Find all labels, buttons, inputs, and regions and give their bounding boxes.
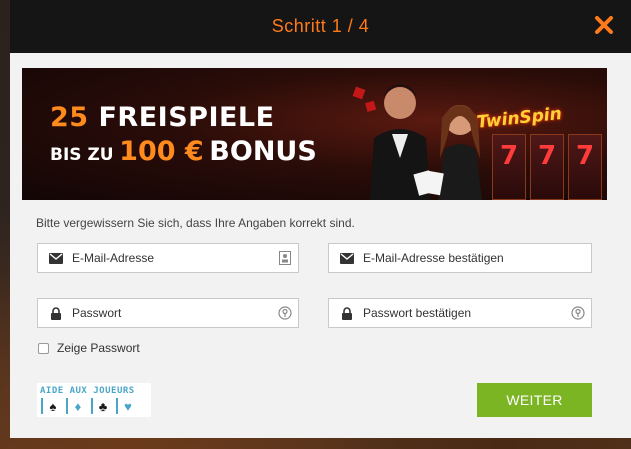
banner-subline: BIS ZU 100 € BONUS <box>50 136 317 167</box>
password-input[interactable] <box>70 299 272 327</box>
show-password-label: Zeige Passwort <box>57 341 140 355</box>
email-confirm-input[interactable] <box>361 244 591 272</box>
form-info-text: Bitte vergewissern Sie sich, dass Ihre A… <box>36 216 355 230</box>
club-icon: ♣ <box>91 398 113 414</box>
password-confirm-field <box>328 298 592 328</box>
banner-bonus-label: BONUS <box>209 136 317 167</box>
email-confirm-field <box>328 243 592 273</box>
banner-freespins-label: FREISPIELE <box>98 102 275 133</box>
envelope-icon <box>42 244 70 272</box>
aide-aux-joueurs-text: AIDE AUX JOUEURS <box>40 386 135 396</box>
banner-freespins-count: 25 <box>50 102 89 133</box>
password-field <box>37 298 299 328</box>
contact-card-icon <box>272 244 298 272</box>
slot-reels: 7 7 7 <box>492 134 602 200</box>
slot-reel: 7 <box>492 134 526 200</box>
modal-header: Schritt 1 / 4 <box>10 0 631 53</box>
spade-icon: ♠ <box>41 398 63 414</box>
close-icon[interactable] <box>593 14 615 36</box>
password-confirm-input[interactable] <box>361 299 565 327</box>
continue-button[interactable]: WEITER <box>477 383 592 417</box>
aide-aux-joueurs-logo[interactable]: AIDE AUX JOUEURS ♠ ♦ ♣ ♥ <box>37 383 151 417</box>
show-password-toggle[interactable]: Zeige Passwort <box>38 341 140 355</box>
envelope-icon <box>333 244 361 272</box>
registration-modal: Schritt 1 / 4 25 FREISPIELE BIS ZU 100 €… <box>10 0 631 438</box>
email-field <box>37 243 299 273</box>
diamond-icon: ♦ <box>66 398 88 414</box>
modal-title: Schritt 1 / 4 <box>271 16 370 36</box>
banner-headline: 25 FREISPIELE <box>50 102 275 133</box>
lock-icon <box>333 299 361 327</box>
promo-banner: 25 FREISPIELE BIS ZU 100 € BONUS TwinSpi… <box>22 68 607 200</box>
show-password-checkbox[interactable] <box>38 342 49 354</box>
email-input[interactable] <box>70 244 272 272</box>
banner-upto-label: BIS ZU <box>50 145 114 165</box>
slot-reel: 7 <box>530 134 564 200</box>
password-key-icon[interactable] <box>272 299 298 327</box>
slot-reel: 7 <box>568 134 602 200</box>
banner-bonus-amount: 100 € <box>119 136 204 167</box>
lock-icon <box>42 299 70 327</box>
heart-icon: ♥ <box>116 398 138 414</box>
password-key-icon[interactable] <box>565 299 591 327</box>
card-suits: ♠ ♦ ♣ ♥ <box>37 398 151 414</box>
